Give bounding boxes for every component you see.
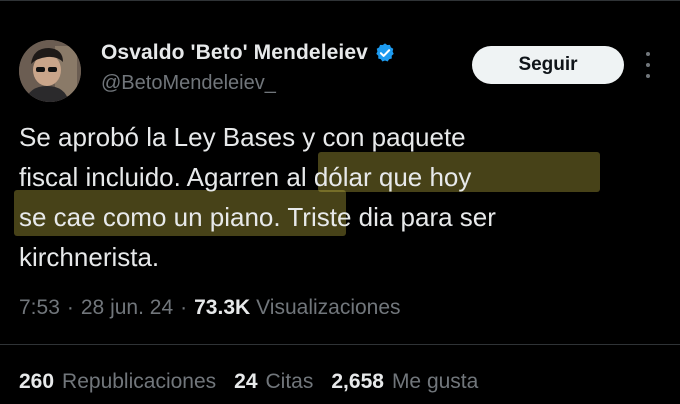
- quotes-stat[interactable]: 24 Citas: [234, 370, 313, 394]
- tweet-text: Se aprobó la Ley Bases y con paquete fis…: [19, 117, 639, 277]
- likes-count: 2,658: [331, 370, 384, 393]
- tweet-line: se cae como un piano. Triste dia para se…: [19, 202, 496, 232]
- more-vertical-icon[interactable]: [640, 52, 656, 78]
- name-row: Osvaldo 'Beto' Mendeleiev: [101, 40, 396, 66]
- handle[interactable]: @BetoMendeleiev_: [101, 72, 396, 95]
- quotes-count: 24: [234, 370, 258, 393]
- meta-separator: ·: [180, 296, 188, 319]
- top-divider: [0, 0, 680, 1]
- quotes-label: Citas: [265, 370, 314, 393]
- tweet-meta: 7:53 · 28 jun. 24 · 73.3K Visualizacione…: [19, 296, 401, 320]
- stats-divider: [0, 344, 680, 345]
- reposts-label: Republicaciones: [62, 370, 217, 393]
- likes-stat[interactable]: 2,658 Me gusta: [331, 370, 478, 394]
- tweet-date[interactable]: 28 jun. 24: [81, 296, 173, 320]
- views-count: 73.3K: [194, 296, 251, 319]
- display-name[interactable]: Osvaldo 'Beto' Mendeleiev: [101, 41, 368, 65]
- verified-badge-icon[interactable]: [374, 42, 396, 64]
- avatar-photo: [19, 40, 81, 102]
- tweet-line: fiscal incluido. Agarren al dólar que ho…: [19, 162, 472, 192]
- tweet-time[interactable]: 7:53: [19, 296, 60, 320]
- reposts-stat[interactable]: 260 Republicaciones: [19, 370, 216, 394]
- author-info: Osvaldo 'Beto' Mendeleiev @BetoMendeleie…: [101, 40, 396, 95]
- likes-label: Me gusta: [391, 370, 479, 393]
- follow-button[interactable]: Seguir: [472, 46, 624, 84]
- views-label: Visualizaciones: [256, 296, 401, 319]
- reposts-count: 260: [19, 370, 55, 393]
- tweet-line: Se aprobó la Ley Bases y con paquete: [19, 122, 466, 152]
- tweet-line: kirchnerista.: [19, 242, 160, 272]
- engagement-stats: 260 Republicaciones 24 Citas 2,658 Me gu…: [19, 370, 496, 394]
- meta-separator: ·: [66, 296, 74, 319]
- avatar[interactable]: [19, 40, 81, 102]
